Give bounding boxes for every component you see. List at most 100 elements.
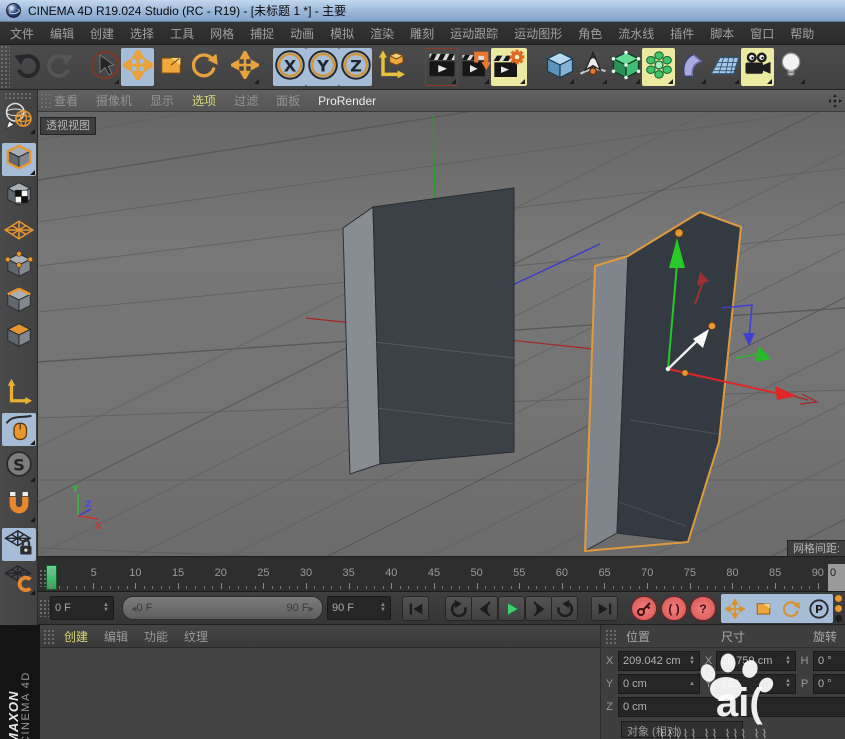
start-frame-field[interactable]: 0 F▲▼: [50, 596, 114, 620]
gizmo-origin[interactable]: [666, 367, 670, 371]
perspective-viewport[interactable]: Y Z X 透视视图 网格间距:: [38, 112, 845, 556]
scale-tool-button[interactable]: [154, 48, 187, 86]
vp-menu-view[interactable]: 查看: [54, 92, 78, 109]
material-list-area[interactable]: [40, 648, 600, 739]
model-mode-button[interactable]: [2, 143, 36, 176]
menu-snap[interactable]: 捕捉: [250, 25, 274, 42]
make-editable-button[interactable]: [2, 102, 36, 135]
view-name-label[interactable]: 透视视图: [40, 117, 96, 135]
deformer-button[interactable]: [675, 48, 708, 86]
move-tool-button[interactable]: [121, 48, 154, 86]
next-frame-button[interactable]: [525, 596, 552, 621]
coordinate-mode-dropdown[interactable]: 对象 (相对): [621, 721, 743, 738]
menu-pipeline[interactable]: 流水线: [618, 25, 654, 42]
size-x-field[interactable]: 26.759 cm▲▼: [716, 651, 796, 671]
cube-object-selected[interactable]: [585, 212, 741, 551]
timeline-ruler[interactable]: 0 051015202530354045505560657075808590: [38, 564, 845, 592]
play-button[interactable]: [498, 596, 525, 621]
gizmo-rotate-green-head[interactable]: [755, 346, 771, 362]
vp-menu-cameras[interactable]: 摄像机: [96, 92, 132, 109]
light-button[interactable]: [774, 48, 807, 86]
gizmo-y-tip-handle[interactable]: [675, 229, 683, 237]
menu-edit[interactable]: 编辑: [50, 25, 74, 42]
menu-render[interactable]: 渲染: [370, 25, 394, 42]
material-menu-edit[interactable]: 编辑: [104, 628, 128, 645]
pos-y-field[interactable]: 0 cm▲: [618, 674, 700, 694]
planar-workplane-button[interactable]: [2, 563, 36, 596]
menu-character[interactable]: 角色: [578, 25, 602, 42]
material-menu-function[interactable]: 功能: [144, 628, 168, 645]
coordinates-grip[interactable]: [605, 629, 618, 644]
menu-help[interactable]: 帮助: [790, 25, 814, 42]
texture-mode-button[interactable]: [2, 180, 36, 213]
vp-menu-filter[interactable]: 过滤: [234, 92, 258, 109]
menu-window[interactable]: 窗口: [750, 25, 774, 42]
environment-button[interactable]: [708, 48, 741, 86]
pos-x-field[interactable]: 209.042 cm▲▼: [618, 651, 700, 671]
title-bar[interactable]: CINEMA 4D R19.024 Studio (RC - R19) - [未…: [0, 0, 845, 22]
vp-menu-panel[interactable]: 面板: [276, 92, 300, 109]
camera-button[interactable]: [741, 48, 774, 86]
position-key-toggle[interactable]: [722, 596, 748, 622]
menu-simulate[interactable]: 模拟: [330, 25, 354, 42]
add-cube-button[interactable]: [543, 48, 576, 86]
pos-z-field[interactable]: 0 cm: [618, 697, 845, 717]
menu-script[interactable]: 脚本: [710, 25, 734, 42]
material-menu-create[interactable]: 创建: [64, 628, 88, 645]
play-forward-loop-button[interactable]: [551, 596, 578, 621]
pane-adjust-icon[interactable]: [828, 94, 842, 108]
y-axis-lock-button[interactable]: Y: [306, 48, 339, 86]
stepper-icon[interactable]: ▲▼: [689, 656, 695, 666]
undo-button[interactable]: [10, 48, 43, 86]
menu-tools[interactable]: 工具: [170, 25, 194, 42]
pen-spline-button[interactable]: [576, 48, 609, 86]
polygons-mode-button[interactable]: [2, 321, 36, 354]
toolbar-grip[interactable]: [0, 45, 10, 90]
range-right-arrow-icon[interactable]: ▸: [308, 602, 314, 615]
edges-mode-button[interactable]: [2, 286, 36, 319]
transport-grip[interactable]: [39, 599, 49, 617]
parameter-key-toggle[interactable]: P: [806, 596, 832, 622]
gizmo-x-arrowhead[interactable]: [775, 386, 797, 400]
redo-button[interactable]: [43, 48, 76, 86]
vp-menu-prorender[interactable]: ProRender: [318, 94, 376, 108]
timeline-splitter[interactable]: [38, 556, 845, 564]
move-axis-button[interactable]: [228, 48, 261, 86]
menu-plugins[interactable]: 插件: [670, 25, 694, 42]
vp-menu-options[interactable]: 选项: [192, 92, 216, 109]
mograph-button[interactable]: [642, 48, 675, 86]
tweak-mode-button[interactable]: [2, 413, 36, 446]
points-mode-button[interactable]: [2, 251, 36, 284]
gizmo-x-inner-handle[interactable]: [682, 370, 688, 376]
stepper-icon[interactable]: ▲▼: [785, 656, 791, 666]
menu-file[interactable]: 文件: [10, 25, 34, 42]
viewport-menubar-grip[interactable]: [40, 93, 51, 109]
menu-motion-tracker[interactable]: 运动跟踪: [450, 25, 498, 42]
render-view-button[interactable]: [425, 48, 458, 86]
menu-sculpt[interactable]: 雕刻: [410, 25, 434, 42]
menu-animate[interactable]: 动画: [290, 25, 314, 42]
enable-snap-button[interactable]: [2, 490, 36, 523]
z-axis-lock-button[interactable]: Z: [339, 48, 372, 86]
render-to-picture-viewer-button[interactable]: [458, 48, 491, 86]
snap-quantize-button[interactable]: S: [2, 450, 36, 483]
coordinate-system-button[interactable]: [372, 48, 409, 86]
gizmo-free-tip-handle[interactable]: [708, 322, 715, 329]
render-settings-button[interactable]: [491, 48, 527, 86]
menu-select[interactable]: 选择: [130, 25, 154, 42]
rot-h-field[interactable]: 0 °: [813, 651, 845, 671]
goto-start-button[interactable]: [402, 596, 429, 621]
rotation-key-toggle[interactable]: [778, 596, 804, 622]
stepper-icon[interactable]: ▲: [689, 682, 695, 687]
play-backward-loop-button[interactable]: [445, 596, 472, 621]
material-menu-texture[interactable]: 纹理: [184, 628, 208, 645]
workplane-mode-button[interactable]: [2, 216, 36, 249]
stepper-icon[interactable]: ▲▼: [380, 603, 386, 613]
autokeying-button[interactable]: ( ): [661, 596, 687, 621]
rotate-tool-button[interactable]: [187, 48, 220, 86]
record-active-objects-button[interactable]: [631, 596, 657, 621]
keyframe-selection-button[interactable]: ?: [690, 596, 716, 621]
x-axis-lock-button[interactable]: X: [273, 48, 306, 86]
stepper-icon[interactable]: ▲▼: [785, 679, 791, 689]
lock-workplane-button[interactable]: [2, 528, 36, 561]
